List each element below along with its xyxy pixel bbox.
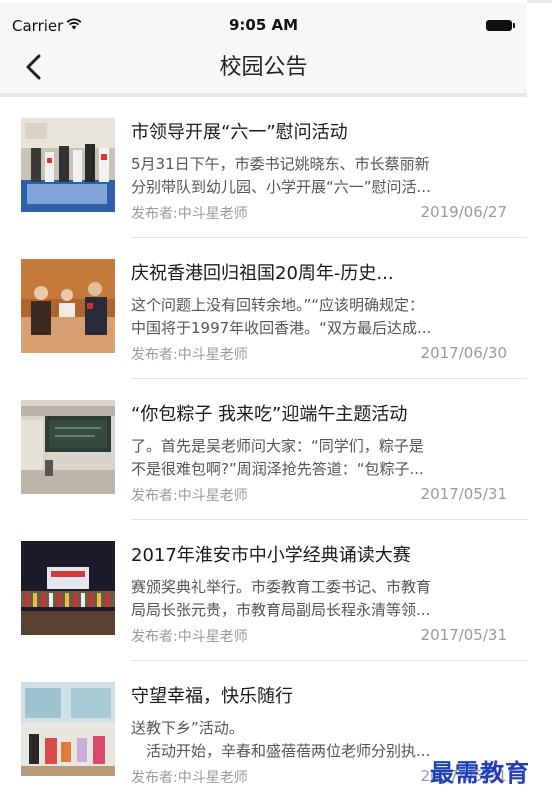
news-thumbnail (21, 541, 115, 635)
list-item[interactable]: 庆祝香港回归祖国20周年-历史... 这个问题上没有回转余地。”“应该明确规定：… (0, 238, 527, 379)
item-excerpt: 赛颁奖典礼举行。市委教育工委书记、市教育 局局长张元贵，市教育局副局长程永清等领… (131, 576, 507, 622)
news-thumbnail (21, 259, 115, 353)
item-author: 发布者:中斗星老师 (131, 206, 248, 222)
excerpt-line: 赛颁奖典礼举行。市委教育工委书记、市教育 (131, 578, 432, 596)
item-title: 庆祝香港回归祖国20周年-历史... (131, 263, 394, 284)
news-thumbnail (21, 682, 115, 776)
list-item[interactable]: 市领导开展“六一”慰问活动 5月31日下午，市委书记姚晓东、市长蔡丽新 分别带队… (0, 97, 527, 238)
excerpt-line: 这个问题上没有回转余地。”“应该明确规定： (131, 296, 425, 314)
excerpt-line: 分别带队到幼儿园、小学开展“六一”慰问活... (131, 178, 431, 196)
item-date: 2017/05/31 (420, 626, 507, 644)
excerpt-line: 送教下乡”活动。 (131, 719, 244, 737)
excerpt-line: 不是很难包啊?”周润泽抢先答道：“包粽子... (131, 460, 424, 478)
item-excerpt: 了。首先是吴老师问大家：“同学们，粽子是 不是很难包啊?”周润泽抢先答道：“包粽… (131, 435, 507, 481)
news-thumbnail (21, 118, 115, 212)
item-title: 2017年淮安市中小学经典诵读大赛 (131, 545, 411, 566)
list-item[interactable]: 2017年淮安市中小学经典诵读大赛 赛颁奖典礼举行。市委教育工委书记、市教育 局… (0, 520, 527, 661)
news-thumbnail (21, 400, 115, 494)
battery-icon (486, 20, 512, 31)
navigation-bar: 校园公告 (0, 41, 527, 97)
excerpt-line: 5月31日下午，市委书记姚晓东、市长蔡丽新 (131, 155, 430, 173)
item-date: 2017/05/31 (420, 485, 507, 503)
clock: 9:05 AM (228, 16, 299, 34)
excerpt-line: 局局长张元贵，市教育局副局长程永清等领... (131, 601, 431, 619)
item-author: 发布者:中斗星老师 (131, 347, 248, 363)
list-item[interactable]: “你包粽子 我来吃”迎端午主题活动 了。首先是吴老师问大家：“同学们，粽子是 不… (0, 379, 527, 520)
item-author: 发布者:中斗星老师 (131, 488, 248, 504)
item-excerpt: 这个问题上没有回转余地。”“应该明确规定： 中国将于1997年收回香港。“双方最… (131, 294, 507, 340)
battery-tip (513, 23, 515, 28)
item-title: “你包粽子 我来吃”迎端午主题活动 (131, 404, 408, 425)
excerpt-line: 中国将于1997年收回香港。“双方最后达成... (131, 319, 432, 337)
item-author: 发布者:中斗星老师 (131, 770, 248, 786)
item-author: 发布者:中斗星老师 (131, 629, 248, 645)
announcement-list: 市领导开展“六一”慰问活动 5月31日下午，市委书记姚晓东、市长蔡丽新 分别带队… (0, 97, 527, 801)
status-bar: Carrier 9:05 AM (0, 3, 527, 41)
page-title: 校园公告 (219, 55, 308, 80)
item-title: 市领导开展“六一”慰问活动 (131, 122, 348, 143)
excerpt-line: 了。首先是吴老师问大家：“同学们，粽子是 (131, 437, 424, 455)
item-excerpt: 5月31日下午，市委书记姚晓东、市长蔡丽新 分别带队到幼儿园、小学开展“六一”慰… (131, 153, 507, 199)
watermark-logo: 最需教育 (430, 758, 530, 787)
item-date: 2017/06/30 (420, 344, 507, 362)
item-title: 守望幸福，快乐随行 (131, 686, 293, 707)
item-date: 2019/06/27 (420, 203, 507, 221)
phone-screen: Carrier 9:05 AM 校园公告 市领导开展“六一”慰问活动 5月31日… (0, 0, 527, 801)
